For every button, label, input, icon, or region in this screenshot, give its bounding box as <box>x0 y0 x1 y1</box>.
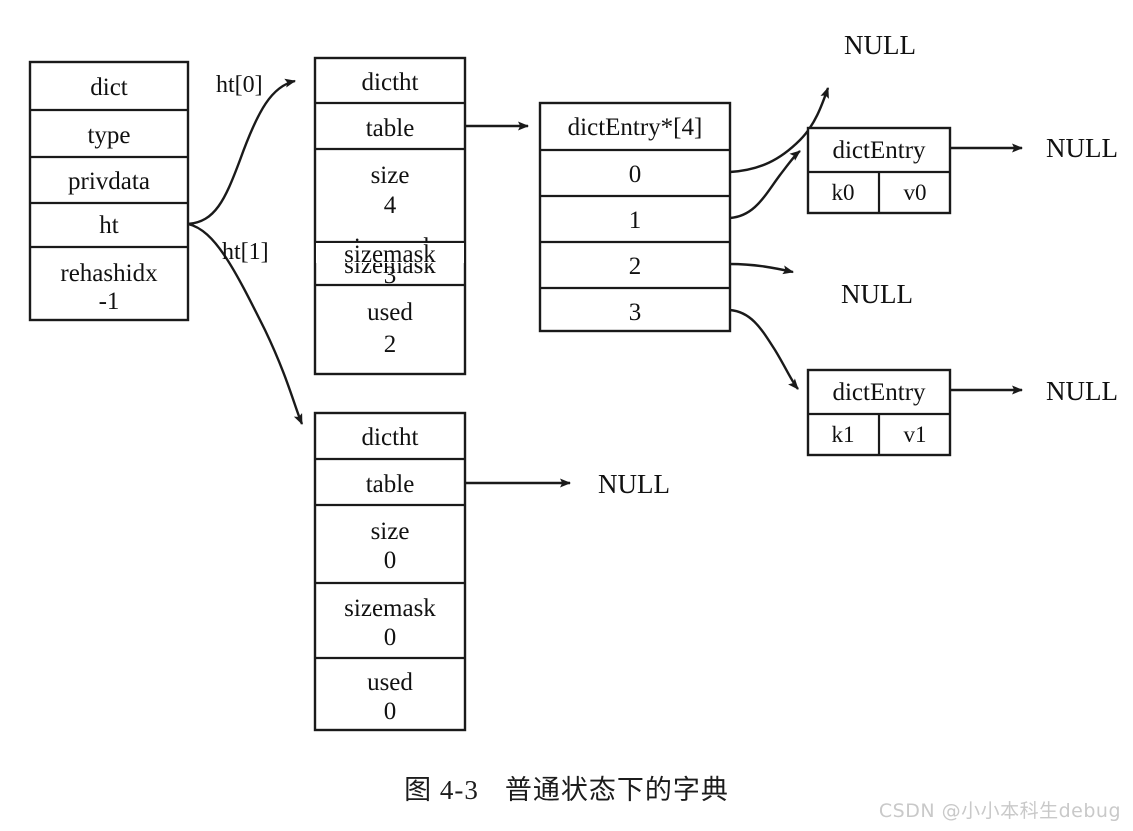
dict-field-rehashidx: rehashidx <box>60 260 158 287</box>
ht0-field-used: used <box>367 299 413 326</box>
dict-field-privdata: privdata <box>68 168 150 195</box>
ht0-field-size-value: 4 <box>384 192 397 219</box>
dict-entry-1-next-label: NULL <box>1046 376 1118 406</box>
dict-entry-0-title: dictEntry <box>832 137 926 164</box>
slot2-null-label: NULL <box>841 279 913 309</box>
slot1-entry-connector <box>729 150 801 220</box>
slot0-null-label: NULL <box>844 30 916 60</box>
dict-struct-box: dict type privdata ht rehashidx -1 <box>28 60 190 322</box>
ht0-sizemask-name: sizemask <box>344 241 436 268</box>
bucket-slot-1: 1 <box>629 207 642 234</box>
diagram-canvas: dict type privdata ht rehashidx -1 ht[0]… <box>0 0 1133 831</box>
ht1-field-sizemask-value: 0 <box>384 624 397 651</box>
ht1-field-size: size <box>371 518 410 545</box>
ht1-field-used-value: 0 <box>384 698 397 725</box>
dict-entry-1-key: k1 <box>832 422 855 447</box>
ht1-field-table: table <box>366 471 415 498</box>
redis-dict-structure-diagram: dict type privdata ht rehashidx -1 ht[0]… <box>28 30 1118 732</box>
bucket-array-title: dictEntry*[4] <box>568 114 703 141</box>
ht1-field-sizemask: sizemask <box>344 595 436 622</box>
ht0-field-table: table <box>366 115 415 142</box>
ht1-field-used: used <box>367 669 413 696</box>
dict-entry-1-box: dictEntry k1 v1 <box>806 368 952 457</box>
dict-entry-1-value: v1 <box>904 422 927 447</box>
dict-entry-0-key: k0 <box>832 180 855 205</box>
figure-caption-title: 普通状态下的字典 <box>504 775 729 805</box>
dict-field-ht: ht <box>99 212 119 239</box>
ht0-field-size: size <box>371 162 410 189</box>
dict-field-type: type <box>87 122 130 149</box>
dict-entry-0-box: dictEntry k0 v0 <box>806 126 952 215</box>
figure-caption-number: 图 4-3 <box>404 775 479 805</box>
dict-entry-0-value: v0 <box>904 180 927 205</box>
slot3-entry-connector <box>729 308 799 390</box>
bucket-slot-3: 3 <box>629 299 642 326</box>
ht0-dictht-box: dictht table size 4 sizemask used 2 <box>313 56 467 376</box>
ht0-title: dictht <box>362 69 419 96</box>
ht0-label: ht[0] <box>216 72 263 98</box>
ht1-title: dictht <box>362 424 419 451</box>
bucket-array-box: dictEntry*[4] 0 1 2 3 <box>538 101 732 333</box>
slot2-null-connector <box>729 262 794 275</box>
ht1-dictht-box: dictht table size 0 sizemask 0 used 0 <box>313 411 467 732</box>
bucket-slot-2: 2 <box>629 253 642 280</box>
dict-field-rehashidx-value: -1 <box>99 288 120 315</box>
ht1-table-null-label: NULL <box>598 469 670 499</box>
dict-entry-0-next-label: NULL <box>1046 133 1118 163</box>
bucket-slot-0: 0 <box>629 161 642 188</box>
csdn-watermark: CSDN @小小本科生debug <box>878 800 1121 822</box>
ht0-field-used-value: 2 <box>384 331 397 358</box>
dict-entry-1-title: dictEntry <box>832 379 926 406</box>
ht0-connector <box>187 78 296 226</box>
dict-title: dict <box>90 74 128 101</box>
ht1-field-size-value: 0 <box>384 547 397 574</box>
ht1-label: ht[1] <box>222 239 269 265</box>
